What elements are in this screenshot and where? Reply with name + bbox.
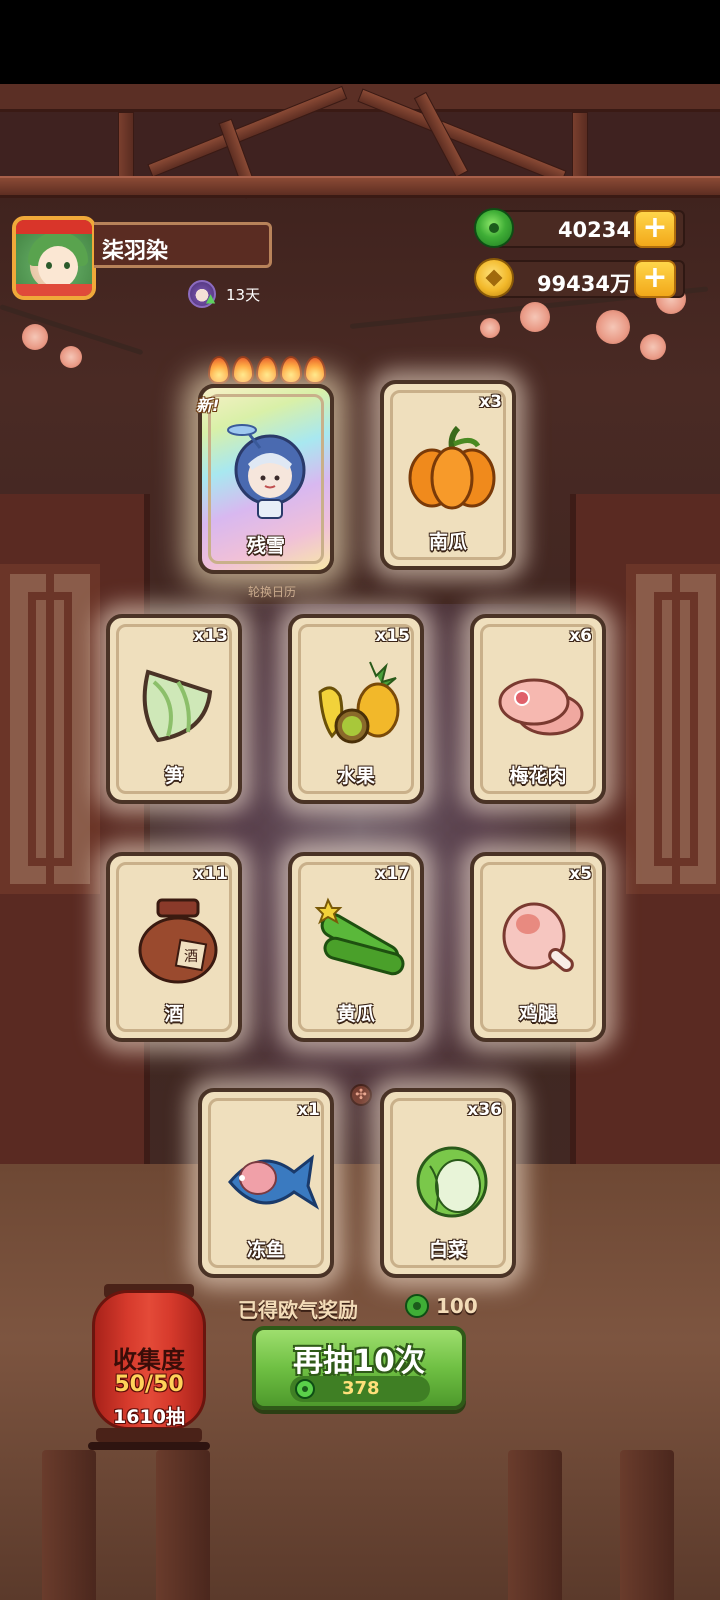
fence-post [156,1450,210,1600]
card-count: x11 [193,864,228,884]
collection-title: 收集度 [113,1346,185,1374]
left-window [0,564,100,894]
draw-cost-value: 378 [342,1378,380,1399]
roof-post [572,112,588,182]
card-wine[interactable]: x11 酒 酒 [106,852,242,1042]
avatar-face [38,246,78,288]
flame-icon [232,356,254,384]
blossom-flower [596,310,630,344]
fruit-icon [318,661,400,744]
card-bamboo-shoot[interactable]: x13 笋 [106,614,242,804]
lantern-base [96,1428,202,1442]
card-drumstick[interactable]: x5 鸡腿 [470,852,606,1042]
avatar-frame-deco [16,284,92,296]
collection-progress: 50/50 [114,1372,184,1397]
blossom-flower [60,346,82,368]
card-name: 鸡腿 [518,1003,557,1025]
card-count: x1 [297,1100,320,1120]
card-fruit[interactable]: x15 水果 [288,614,424,804]
status-bar [0,0,720,84]
roof-beam-main [0,176,720,198]
avatar-eye [46,262,52,269]
blossom-flower [520,302,550,332]
blossom-flower [480,318,500,338]
card-count: x15 [375,626,410,646]
bamboo-shoot-icon [142,669,213,743]
card-count: x13 [193,626,228,646]
roof-wall [0,112,720,176]
flame-icon [256,356,278,384]
cucumber-icon [314,897,405,976]
card-name: 酒 [164,1003,184,1025]
card-pork[interactable]: x6 梅花肉 [470,614,606,804]
avatar-frame-deco [16,220,92,234]
card-name: 残雪 [246,535,285,557]
card-name: 笋 [164,765,184,787]
jade-icon [474,208,514,248]
draw-cost: 378 [290,1376,430,1402]
cabbage-icon [416,1146,488,1218]
add-jade-button[interactable]: + [634,210,676,248]
blossom-flower [640,334,666,360]
login-days: 13天 [226,286,261,304]
card-count: x5 [569,864,592,884]
lantern-stand [88,1442,210,1450]
card-count: x6 [569,626,592,646]
card-count: x36 [467,1100,502,1120]
fence-post [42,1450,96,1600]
flame-icon [208,356,230,384]
card-cucumber[interactable]: x17 黄瓜 [288,852,424,1042]
player-name: 柒羽染 [94,222,272,268]
card-name: 梅花肉 [509,765,567,787]
draw-again-button[interactable]: 再抽10次 378 [252,1326,466,1410]
new-badge: 新! [196,396,220,415]
roof-post [118,112,134,182]
rotation-calendar-label: 轮换日历 [248,585,297,599]
card-name: 白菜 [428,1239,467,1261]
player-avatar[interactable] [12,216,96,300]
reward-value: 100 [436,1294,478,1318]
up-arrow-icon: ▲ [206,291,216,305]
coin-icon [474,258,514,298]
avatar-eye [64,262,70,269]
card-pumpkin[interactable]: x3 南瓜 [380,380,516,570]
svg-text:酒: 酒 [184,949,198,965]
collection-draw-count: 1610抽 [113,1406,185,1428]
jade-icon [295,1379,315,1399]
card-name: 南瓜 [428,531,467,553]
pork-icon [498,678,584,736]
card-count: x17 [375,864,410,884]
flame-icon [280,356,302,384]
draw-again-label: 再抽10次 [293,1344,425,1379]
frozen-fish-icon [228,1154,320,1210]
blossom-flower [22,324,48,350]
card-name: 水果 [336,765,375,787]
card-name: 冻鱼 [246,1239,285,1261]
fence-post [620,1450,674,1600]
drumstick-icon [502,902,574,972]
pumpkin-icon [408,425,496,510]
character-portrait-icon [227,424,306,519]
right-window [626,564,720,894]
card-name: 黄瓜 [336,1003,375,1025]
card-count: x3 [479,392,502,412]
card-frozen-fish[interactable]: x1 冻鱼 [198,1088,334,1278]
center-ornament-icon: ✣ [350,1084,372,1106]
rarity-flames [208,356,328,386]
flame-icon [304,356,326,384]
add-coins-button[interactable]: + [634,260,676,298]
wine-jar-icon: 酒 [138,898,218,984]
card-cabbage[interactable]: x36 白菜 [380,1088,516,1278]
jade-icon [405,1294,429,1318]
fence-post [508,1450,562,1600]
reward-label: 已得欧气奖励 [238,1298,358,1322]
